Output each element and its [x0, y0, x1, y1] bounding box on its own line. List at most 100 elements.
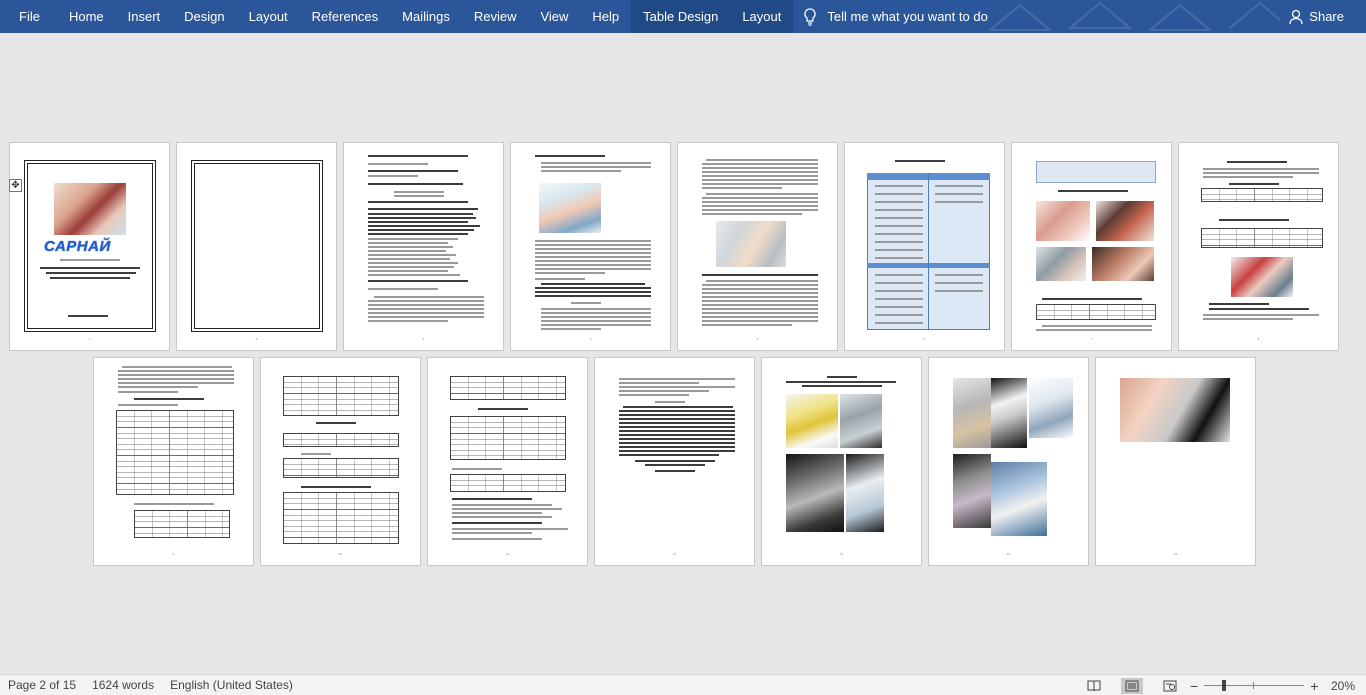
page-image: [1092, 247, 1154, 281]
page-image: [786, 454, 844, 532]
tab-help[interactable]: Help: [580, 0, 631, 33]
zoom-in-button[interactable]: +: [1310, 678, 1318, 694]
page-image: [991, 462, 1047, 536]
page-indicator[interactable]: Page 2 of 15: [0, 678, 84, 692]
page-number: 2: [255, 337, 258, 341]
page-table: [450, 376, 566, 400]
tab-table-design[interactable]: Table Design: [631, 0, 731, 33]
status-bar: Page 2 of 15 1624 words English (United …: [0, 674, 1366, 695]
tell-me-label: Tell me what you want to do: [827, 9, 988, 24]
document-page[interactable]: 6: [844, 142, 1005, 351]
page-table: [450, 474, 566, 492]
page-table: [116, 410, 234, 495]
tab-review[interactable]: Review: [462, 0, 529, 33]
page-number: 5: [756, 337, 759, 341]
web-layout-button[interactable]: [1159, 678, 1181, 694]
word-count[interactable]: 1624 words: [84, 678, 162, 692]
page-image: [1231, 257, 1293, 297]
language-indicator[interactable]: English (United States): [162, 678, 301, 692]
document-page[interactable]: 5: [677, 142, 838, 351]
zoom-level[interactable]: 20%: [1331, 675, 1355, 695]
document-page[interactable]: 13: [761, 357, 922, 566]
page-image: [953, 378, 991, 448]
tab-view[interactable]: View: [528, 0, 580, 33]
page-image: [539, 183, 601, 233]
document-page[interactable]: 15: [1095, 357, 1256, 566]
page-image: [1120, 378, 1230, 442]
document-page[interactable]: 14: [928, 357, 1089, 566]
page-image: [1036, 247, 1086, 281]
document-page[interactable]: 12: [594, 357, 755, 566]
page-image: [953, 454, 991, 528]
document-page[interactable]: 9: [93, 357, 254, 566]
tab-design[interactable]: Design: [172, 0, 236, 33]
page-table: [1201, 228, 1323, 248]
document-page[interactable]: 7: [1011, 142, 1172, 351]
share-button[interactable]: Share: [1289, 0, 1344, 33]
tab-table-layout[interactable]: Layout: [730, 0, 794, 33]
zoom-slider-thumb[interactable]: [1222, 680, 1227, 691]
document-page[interactable]: 2: [176, 142, 337, 351]
cover-photo: [54, 183, 126, 235]
page-number: 3: [422, 337, 425, 341]
tab-file[interactable]: File: [0, 0, 57, 33]
page-image: [716, 221, 786, 267]
zoom-slider[interactable]: [1204, 680, 1305, 691]
document-area[interactable]: САРНАЙ 1 2 3 4 5 6 7 8 9 10 11 12 13 14 …: [0, 33, 1366, 674]
page-number: 1: [88, 337, 91, 341]
print-layout-button[interactable]: [1121, 677, 1143, 694]
page-border-inner: [194, 163, 320, 329]
page-table: [1201, 188, 1323, 202]
page-number: 12: [672, 552, 677, 556]
tab-references[interactable]: References: [300, 0, 390, 33]
read-mode-button[interactable]: [1083, 678, 1105, 694]
page-image: [846, 454, 884, 532]
page-number: 11: [505, 552, 510, 556]
page-table: [134, 510, 230, 538]
tell-me-search[interactable]: Tell me what you want to do: [793, 0, 988, 33]
lightbulb-icon: [804, 7, 816, 26]
page-number: 13: [839, 552, 844, 556]
page-image: [840, 394, 882, 448]
document-page[interactable]: 4: [510, 142, 671, 351]
document-page[interactable]: 11: [427, 357, 588, 566]
tab-mailings[interactable]: Mailings: [390, 0, 462, 33]
document-page[interactable]: 8: [1178, 142, 1339, 351]
document-page[interactable]: САРНАЙ 1: [9, 142, 170, 351]
ribbon-decoration: [987, 1, 1280, 31]
page-image: [1036, 201, 1090, 241]
page-table: [283, 433, 399, 447]
person-icon: [1289, 9, 1303, 24]
table-move-handle-icon[interactable]: ✥: [9, 179, 22, 192]
zoom-out-button[interactable]: −: [1190, 678, 1198, 694]
document-page[interactable]: 10: [260, 357, 421, 566]
book-icon: [1087, 680, 1101, 691]
print-layout-icon: [1125, 680, 1139, 691]
page-number: 9: [172, 552, 175, 556]
ribbon-tab-bar: File Home Insert Design Layout Reference…: [0, 0, 1366, 33]
page-number: 15: [1173, 552, 1178, 556]
page-table: [283, 492, 399, 544]
page-table: [283, 376, 399, 416]
page-image: [786, 394, 838, 448]
page-image: [1029, 378, 1073, 438]
page-number: 6: [923, 337, 926, 341]
tab-home[interactable]: Home: [57, 0, 116, 33]
page-image: [991, 378, 1027, 448]
zoom-control: − +: [1190, 675, 1318, 695]
share-label: Share: [1309, 9, 1344, 24]
web-layout-icon: [1163, 680, 1177, 691]
page-image: [1096, 201, 1154, 241]
page-table: [450, 416, 566, 460]
page-table: [1036, 161, 1156, 183]
page-number: 4: [589, 337, 592, 341]
page-table: [1036, 304, 1156, 320]
page-table: [283, 458, 399, 478]
document-page[interactable]: 3: [343, 142, 504, 351]
view-buttons: [1075, 675, 1189, 695]
page-number: 14: [1006, 552, 1011, 556]
page-number: 10: [338, 552, 343, 556]
cover-title: САРНАЙ: [44, 238, 111, 255]
tab-insert[interactable]: Insert: [116, 0, 173, 33]
tab-layout[interactable]: Layout: [237, 0, 300, 33]
